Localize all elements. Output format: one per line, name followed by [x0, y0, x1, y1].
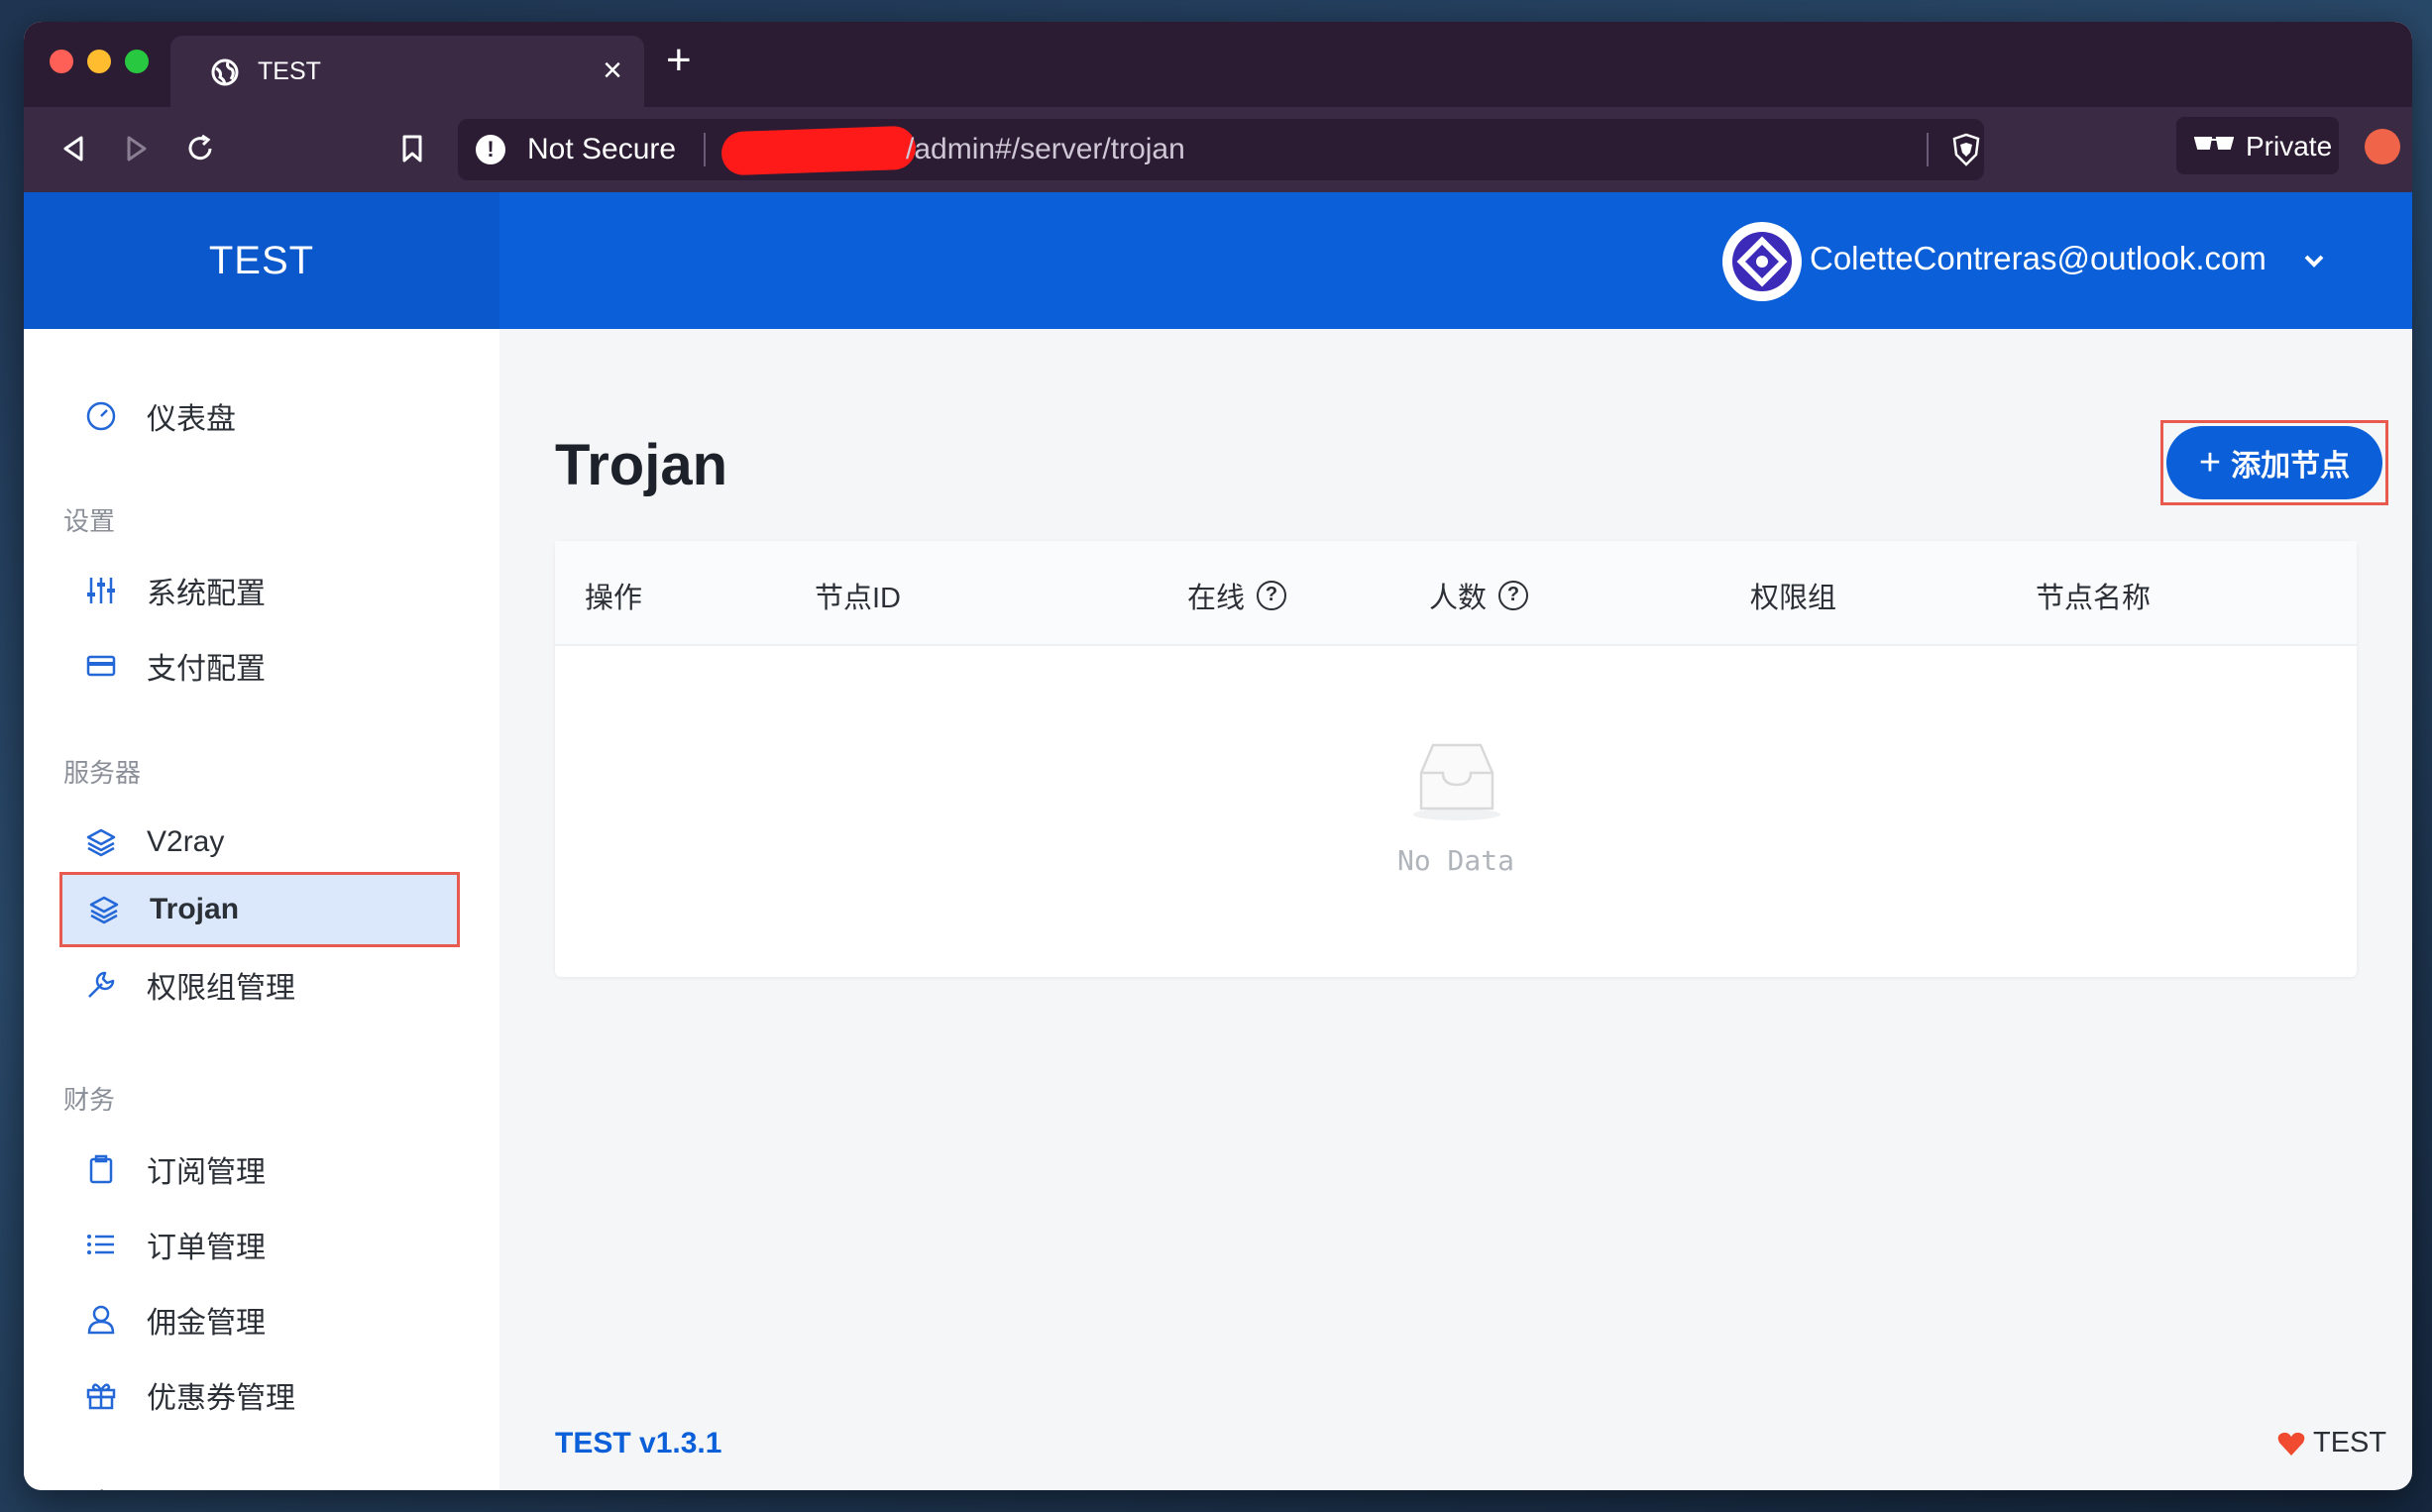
sidebar-item-trojan[interactable]: Trojan: [59, 872, 460, 947]
list-icon: [81, 1225, 121, 1264]
back-icon: [63, 136, 83, 162]
column-header-actions: 操作: [585, 583, 643, 614]
user-icon: [81, 1300, 121, 1340]
sidebar-item-commissions[interactable]: 佣金管理: [59, 1282, 460, 1357]
bookmark-icon: [402, 135, 422, 162]
credit-card-icon: [81, 646, 121, 686]
reload-button[interactable]: [180, 129, 220, 168]
app-header: TEST ColetteContreras@outlook.com: [24, 192, 2412, 329]
avatar-icon: [1732, 232, 1792, 291]
help-icon[interactable]: ?: [1498, 581, 1529, 610]
add-node-button[interactable]: + 添加节点: [2166, 426, 2382, 499]
divider: [1927, 133, 1929, 166]
sidebar-item-coupons[interactable]: 优惠券管理: [59, 1357, 460, 1433]
column-header-node-name: 节点名称: [2036, 583, 2152, 614]
browser-window: TEST × + ! Not Secure /admin#/server/tro…: [24, 22, 2412, 1490]
layers-icon: [84, 890, 124, 929]
minimize-window-button[interactable]: [87, 50, 111, 73]
reload-icon: [188, 134, 212, 161]
maximize-window-button[interactable]: [125, 50, 149, 73]
empty-state-text: No Data: [1396, 844, 1514, 877]
sidebar-item-label: 优惠券管理: [147, 1382, 295, 1415]
heart-icon: [2277, 1432, 2305, 1456]
footer-brand: TEST: [2277, 1427, 2386, 1459]
forward-icon: [127, 136, 147, 162]
sidebar-item-orders[interactable]: 订单管理: [59, 1207, 460, 1282]
bookmark-button[interactable]: [392, 129, 432, 168]
sidebar-item-label: 订单管理: [147, 1232, 266, 1264]
table-header: 操作 节点ID 在线 ? 人数 ? 权限组 节点名称: [555, 541, 2357, 646]
sidebar-item-permission-groups[interactable]: 权限组管理: [59, 947, 460, 1023]
new-tab-button[interactable]: +: [666, 36, 692, 85]
nodes-table: 操作 节点ID 在线 ? 人数 ? 权限组 节点名称 No Data: [555, 541, 2357, 977]
url-text[interactable]: /admin#/server/trojan: [906, 133, 1185, 166]
sidebar-item-label: 支付配置: [147, 653, 266, 686]
sidebar-item-v2ray[interactable]: V2ray: [59, 805, 460, 880]
main-content: Trojan + 添加节点 操作 节点ID 在线 ? 人数 ? 权限组 节点名称: [499, 329, 2412, 1490]
security-label[interactable]: Not Secure: [527, 133, 676, 166]
column-header-online: 在线 ?: [1187, 575, 1287, 616]
empty-inbox-icon: [1413, 743, 1500, 820]
section-label-finance: 财务: [63, 1085, 116, 1115]
sidebar-item-dashboard[interactable]: 仪表盘: [59, 378, 460, 454]
sidebar-item-label: 权限组管理: [147, 972, 295, 1005]
help-icon[interactable]: ?: [1257, 581, 1287, 610]
sidebar-item-label: V2ray: [147, 825, 225, 858]
sidebar-item-payment-config[interactable]: 支付配置: [59, 628, 460, 703]
tab-close-icon[interactable]: ×: [603, 52, 622, 90]
glasses-icon: [2194, 137, 2234, 150]
brand-logo[interactable]: TEST: [24, 192, 499, 329]
tab-title: TEST: [258, 57, 321, 85]
tab-strip: TEST × +: [24, 22, 2412, 107]
warning-icon[interactable]: !: [476, 135, 505, 164]
column-header-node-id[interactable]: 节点ID: [815, 575, 901, 616]
section-label-users: 用户: [63, 1482, 115, 1490]
page-title: Trojan: [555, 433, 728, 497]
dashboard-icon: [81, 396, 121, 436]
forward-button[interactable]: [117, 129, 157, 168]
divider: [704, 133, 706, 166]
plus-icon: +: [2198, 442, 2222, 484]
add-node-label: 添加节点: [2231, 450, 2351, 483]
sidebar-item-label: 仪表盘: [147, 403, 236, 436]
user-email[interactable]: ColetteContreras@outlook.com: [1810, 240, 2266, 277]
layers-icon: [81, 822, 121, 862]
private-window-badge[interactable]: Private: [2176, 117, 2339, 174]
sidebar-item-system-config[interactable]: 系统配置: [59, 553, 460, 628]
column-header-group: 权限组: [1750, 583, 1837, 614]
rewards-icon[interactable]: [2365, 129, 2400, 164]
redacted-host: [720, 125, 917, 176]
private-label: Private: [2246, 131, 2333, 162]
sliders-icon: [81, 571, 121, 610]
section-label-settings: 设置: [63, 506, 116, 536]
footer-version[interactable]: TEST v1.3.1: [555, 1427, 721, 1460]
shield-icon[interactable]: [1950, 133, 1982, 166]
footer-brand-label: TEST: [2313, 1427, 2387, 1458]
wrench-icon: [81, 965, 121, 1005]
sidebar-item-label: 系统配置: [147, 578, 266, 610]
sidebar-item-label: 订阅管理: [147, 1156, 266, 1189]
sidebar: 仪表盘 设置 系统配置 支付配置 服务器 V2ray Trojan 权限组管理 …: [24, 329, 499, 1490]
browser-tab[interactable]: TEST ×: [170, 36, 644, 107]
sidebar-item-subscriptions[interactable]: 订阅管理: [59, 1132, 460, 1207]
globe-icon: [211, 58, 239, 86]
section-label-servers: 服务器: [63, 758, 142, 788]
close-window-button[interactable]: [50, 50, 73, 73]
chevron-down-icon[interactable]: [2301, 248, 2327, 273]
sidebar-item-label: 佣金管理: [147, 1307, 266, 1340]
user-avatar[interactable]: [1722, 222, 1802, 301]
sidebar-item-label: Trojan: [150, 893, 240, 925]
address-bar[interactable]: ! Not Secure /admin#/server/trojan: [458, 119, 1984, 180]
browser-toolbar: ! Not Secure /admin#/server/trojan Priva…: [24, 107, 2412, 192]
clipboard-icon: [81, 1149, 121, 1189]
gift-icon: [81, 1375, 121, 1415]
column-header-count: 人数 ?: [1429, 575, 1529, 616]
back-button[interactable]: [54, 129, 93, 168]
